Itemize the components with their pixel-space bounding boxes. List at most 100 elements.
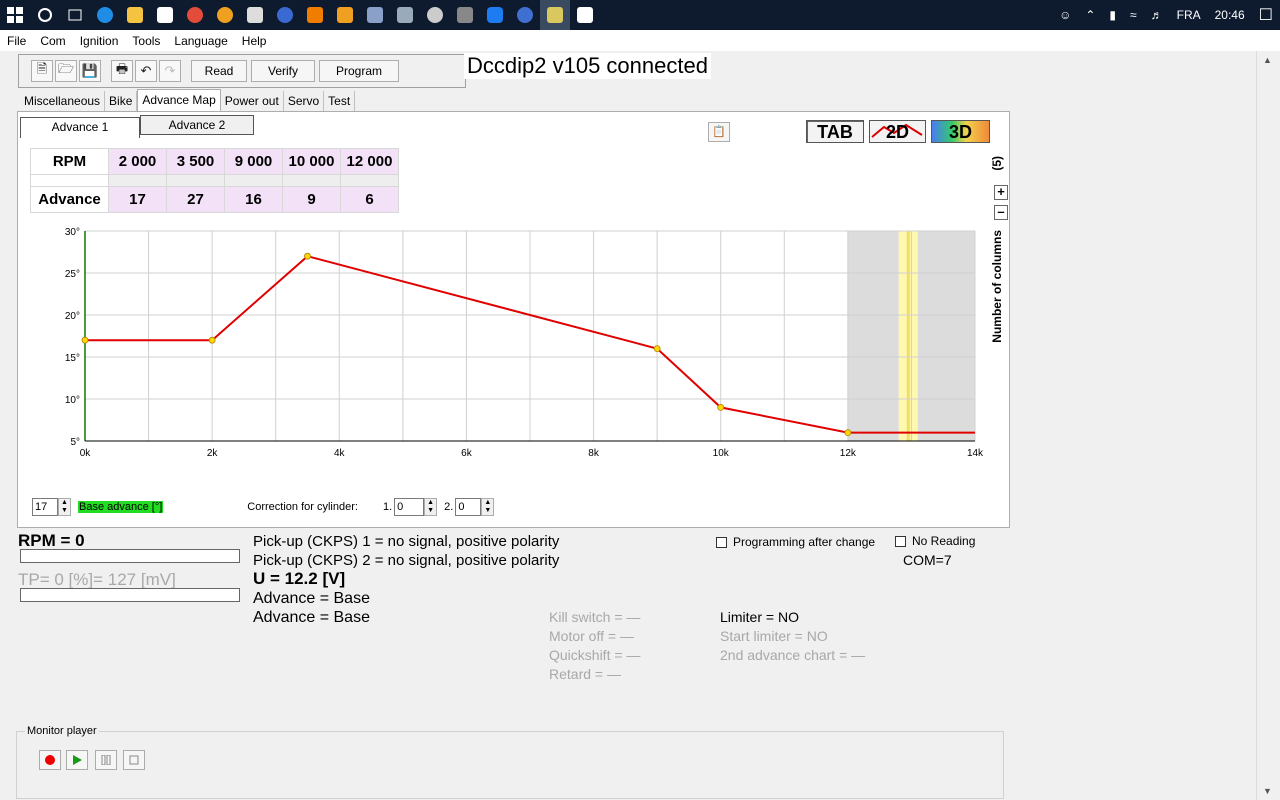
dccdip-app-icon[interactable] (540, 0, 570, 30)
save-icon[interactable]: 💾 (79, 60, 101, 82)
tp-progress-bar (20, 588, 240, 602)
advance-cell[interactable]: 6 (340, 186, 399, 213)
view-tab-button[interactable]: TAB (806, 120, 864, 143)
menu-help[interactable]: Help (235, 34, 274, 48)
scroll-down-icon[interactable]: ▼ (1263, 786, 1272, 796)
cyl2-spinner[interactable]: ▲ ▼ (481, 498, 495, 516)
rpm-cell[interactable]: 3 500 (166, 148, 225, 175)
monitor-player: Monitor player (16, 725, 1004, 799)
view-3d-button[interactable]: 3D (931, 120, 990, 143)
people-icon[interactable]: ☺ (1059, 8, 1071, 22)
photos-icon[interactable] (570, 0, 600, 30)
language-indicator[interactable]: FRA (1177, 8, 1201, 22)
play-icon (73, 755, 82, 765)
rpm-cell[interactable]: 12 000 (340, 148, 399, 175)
checkbox-box[interactable] (895, 535, 906, 547)
wifi-icon[interactable]: ≈ (1130, 8, 1137, 22)
tab-bike[interactable]: Bike (105, 91, 138, 111)
app-tool-icon[interactable] (360, 0, 390, 30)
view-2d-button[interactable]: 2D (869, 120, 926, 143)
program-button[interactable]: Program (319, 60, 399, 82)
columns-minus-button[interactable]: – (994, 205, 1008, 220)
record-button[interactable] (39, 750, 61, 770)
edge-icon[interactable] (90, 0, 120, 30)
vertical-scrollbar[interactable]: ▲ ▼ (1256, 51, 1280, 800)
messenger-icon[interactable] (480, 0, 510, 30)
chrome-icon[interactable] (180, 0, 210, 30)
columns-plus-button[interactable]: + (994, 185, 1008, 200)
tab-advance-map[interactable]: Advance Map (137, 89, 221, 111)
advance-cell[interactable]: 17 (108, 186, 167, 213)
base-advance-input[interactable]: 17 (32, 498, 58, 516)
verify-label: Verify (267, 64, 298, 78)
second-chart-status: 2nd advance chart = — (720, 647, 866, 663)
base-advance-spinner[interactable]: ▲ ▼ (58, 498, 71, 516)
undo-icon[interactable]: ↶ (135, 60, 157, 82)
limiter-status: Limiter = NO (720, 609, 799, 625)
cyl2-correction-input[interactable]: 0 (455, 498, 482, 516)
subtab-advance-2[interactable]: Advance 2 (140, 115, 254, 135)
no-reading-checkbox[interactable]: No Reading (895, 534, 975, 548)
tab-servo[interactable]: Servo (284, 91, 325, 111)
volume-icon[interactable]: ♬ (1151, 8, 1163, 22)
tab-test[interactable]: Test (324, 91, 356, 111)
pause-button[interactable] (95, 750, 117, 770)
battery-icon[interactable]: ▮ (1109, 8, 1116, 22)
read-button[interactable]: Read (191, 60, 247, 82)
menu-file[interactable]: File (0, 34, 33, 48)
task-view-icon[interactable] (60, 0, 90, 30)
mail-icon[interactable] (240, 0, 270, 30)
explorer-icon[interactable] (120, 0, 150, 30)
music-icon[interactable] (420, 0, 450, 30)
spacer-row (30, 174, 399, 187)
new-file-icon[interactable]: 🗎 (31, 60, 53, 82)
rpm-cell[interactable]: 2 000 (108, 148, 167, 175)
cyl1-correction-input[interactable]: 0 (394, 498, 425, 516)
notification-icon[interactable]: ☐ (1259, 5, 1273, 25)
menu-tools[interactable]: Tools (125, 34, 167, 48)
photo-app-icon[interactable] (390, 0, 420, 30)
tab-miscellaneous[interactable]: Miscellaneous (20, 91, 106, 111)
advance-chart[interactable]: 0k 2k 4k 6k 8k 10k 12k 14k 5° 10° 15° 20° 25° 30° (38, 224, 988, 469)
print-icon[interactable]: 🖶 (111, 60, 133, 82)
app-s-icon[interactable] (510, 0, 540, 30)
advance-cell[interactable]: 16 (224, 186, 283, 213)
cyl1-spinner[interactable]: ▲ ▼ (424, 498, 438, 516)
menu-com[interactable]: Com (33, 34, 72, 48)
menubar: File Com Ignition Tools Language Help (0, 30, 1280, 51)
play-button[interactable] (66, 750, 88, 770)
rpm-cell[interactable]: 9 000 (224, 148, 283, 175)
copy-icon[interactable]: 📋 (708, 122, 730, 142)
tab-power-out[interactable]: Power out (221, 91, 284, 111)
windows-start-icon[interactable] (0, 0, 30, 30)
system-tray: ☺ ⌃ ▮ ≈ ♬ FRA 20:46 ☐ (1052, 0, 1280, 30)
motor-off-status: Motor off = — (549, 628, 634, 644)
programming-after-change-checkbox[interactable]: Programming after change (716, 535, 875, 549)
redo-icon[interactable]: ↷ (159, 60, 181, 82)
app-orange-icon[interactable] (210, 0, 240, 30)
programming-after-change-label: Programming after change (733, 535, 876, 549)
clock[interactable]: 20:46 (1215, 8, 1245, 22)
stop-button[interactable] (123, 750, 145, 770)
menu-language[interactable]: Language (167, 34, 234, 48)
checkbox-box[interactable] (716, 536, 727, 548)
verify-button[interactable]: Verify (251, 60, 315, 82)
retard-status: Retard = — (549, 666, 621, 682)
read-label: Read (204, 64, 234, 78)
advance-cell[interactable]: 9 (282, 186, 341, 213)
media-player-icon[interactable] (330, 0, 360, 30)
advance-table: RPM 2 000 3 500 9 000 10 000 12 000 Adva… (30, 148, 399, 213)
advance-row: Advance 17 27 16 9 6 (30, 186, 399, 213)
chevron-up-icon[interactable]: ⌃ (1085, 8, 1095, 22)
subtab-advance-1[interactable]: Advance 1 (20, 117, 140, 138)
open-folder-icon[interactable]: 🗁 (55, 60, 77, 82)
advance-cell[interactable]: 27 (166, 186, 225, 213)
rpm-cell[interactable]: 10 000 (282, 148, 341, 175)
vlc-icon[interactable] (300, 0, 330, 30)
app-m-icon[interactable] (270, 0, 300, 30)
search-circle-icon[interactable] (30, 0, 60, 30)
scroll-up-icon[interactable]: ▲ (1263, 55, 1272, 65)
menu-ignition[interactable]: Ignition (73, 34, 126, 48)
store-icon[interactable] (150, 0, 180, 30)
app-gray-icon[interactable] (450, 0, 480, 30)
